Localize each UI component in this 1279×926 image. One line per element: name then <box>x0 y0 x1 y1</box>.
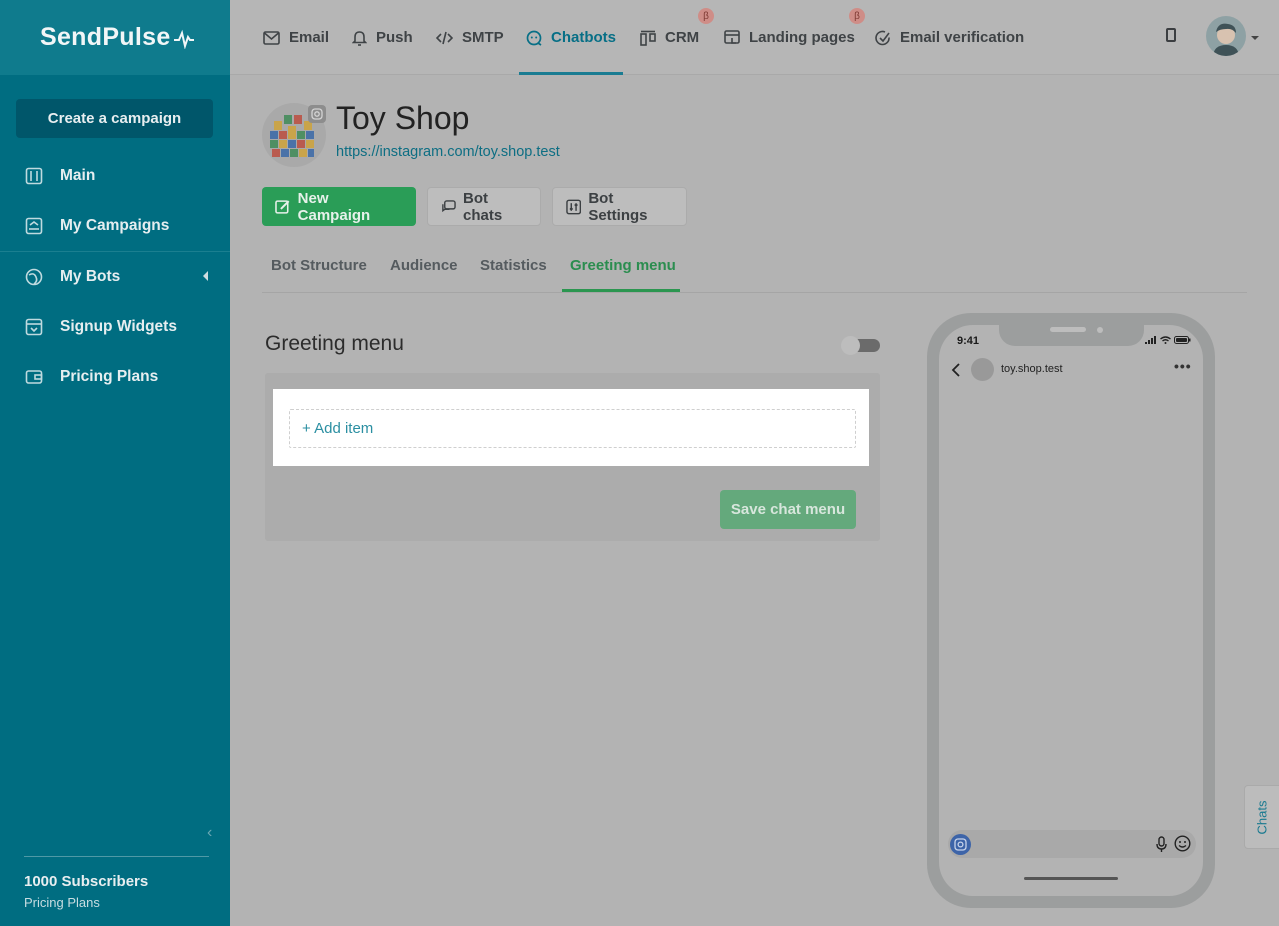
tab-label: SMTP <box>462 29 504 46</box>
tab-statistics[interactable]: Statistics <box>480 257 547 274</box>
pricing-plans-link[interactable]: Pricing Plans <box>24 895 209 910</box>
home-indicator <box>1024 877 1118 880</box>
new-campaign-button[interactable]: New Campaign <box>262 187 416 226</box>
sidebar-footer: 1000 Subscribers Pricing Plans <box>24 856 209 910</box>
button-label: Bot Settings <box>588 189 648 224</box>
mobile-preview-icon[interactable] <box>1166 28 1176 42</box>
phone-notch <box>999 325 1144 346</box>
signal-icon <box>1145 336 1156 344</box>
sidebar-item-my-campaigns[interactable]: My Campaigns <box>0 201 230 251</box>
logo-area: SendPulse <box>0 0 230 75</box>
wallet-icon <box>25 368 43 386</box>
code-icon <box>436 31 453 44</box>
bot-instagram-link[interactable]: https://instagram.com/toy.shop.test <box>336 144 560 160</box>
collapse-sidebar-icon[interactable]: ‹ <box>207 824 212 842</box>
beta-badge: β <box>698 8 714 24</box>
bell-icon <box>352 30 367 46</box>
sidebar-item-label: My Campaigns <box>60 217 170 234</box>
camera-dot <box>1097 327 1103 333</box>
message-input[interactable] <box>948 830 1196 858</box>
tab-bot-structure[interactable]: Bot Structure <box>271 257 367 274</box>
tab-greeting-menu[interactable]: Greeting menu <box>570 257 676 274</box>
campaigns-icon <box>25 217 43 235</box>
camera-icon[interactable] <box>950 834 971 855</box>
toggle-knob <box>841 336 860 355</box>
edit-icon <box>275 199 290 214</box>
avatar-menu-caret-icon[interactable] <box>1251 36 1259 40</box>
sidebar-item-my-bots[interactable]: My Bots <box>0 252 230 302</box>
active-subtab-indicator <box>562 289 680 292</box>
wifi-icon <box>1160 336 1171 344</box>
page-title: Toy Shop <box>336 100 470 136</box>
phone-status-icons <box>1145 336 1191 344</box>
tab-email-verification[interactable]: Email verification <box>875 0 1024 75</box>
phone-time: 9:41 <box>957 335 980 347</box>
phone-preview-screen: 9:41 toy.shop.test ••• <box>939 325 1203 896</box>
chat-bubbles-icon <box>442 199 456 212</box>
chatbot-icon <box>526 30 542 46</box>
speaker <box>1050 327 1086 332</box>
active-tab-indicator <box>519 72 623 75</box>
create-campaign-button[interactable]: Create a campaign <box>16 99 213 138</box>
tab-label: CRM <box>665 29 700 46</box>
chats-tab-label: Chats <box>1254 800 1270 834</box>
mail-icon <box>263 30 280 45</box>
sidebar-item-label: My Bots <box>60 268 121 285</box>
battery-icon <box>1174 336 1191 344</box>
tab-landing-pages[interactable]: Landing pages <box>724 0 855 75</box>
tab-label: Push <box>376 29 413 46</box>
sliders-icon <box>566 199 582 214</box>
sidebar-item-pricing-plans[interactable]: Pricing Plans <box>0 352 230 402</box>
tab-crm[interactable]: CRM <box>640 0 699 75</box>
pulse-icon <box>173 29 194 49</box>
tab-smtp[interactable]: SMTP <box>436 0 504 75</box>
button-label: New Campaign <box>297 189 371 224</box>
landing-icon <box>724 30 740 44</box>
back-arrow-icon[interactable] <box>951 362 961 383</box>
sidebar-item-label: Main <box>60 167 96 184</box>
tab-label: Landing pages <box>749 29 855 46</box>
sidebar: SendPulse Create a campaign Main My Camp… <box>0 0 230 926</box>
beta-badge: β <box>849 8 865 24</box>
chat-username: toy.shop.test <box>1001 363 1063 375</box>
tab-email[interactable]: Email <box>263 0 329 75</box>
chat-avatar <box>971 358 994 381</box>
greeting-menu-toggle[interactable] <box>841 336 880 355</box>
user-avatar-icon <box>1213 23 1239 56</box>
bot-settings-button[interactable]: Bot Settings <box>552 187 687 226</box>
add-item-button[interactable]: + Add item <box>289 409 856 448</box>
widget-icon <box>25 318 43 336</box>
avatar[interactable] <box>1206 16 1246 56</box>
tab-chatbots[interactable]: Chatbots <box>526 0 616 75</box>
tab-label: Chatbots <box>551 29 616 46</box>
greeting-menu-title: Greeting menu <box>265 332 404 355</box>
tab-label: Email <box>289 29 330 46</box>
dashboard-icon <box>25 167 43 185</box>
logo-text: SendPulse <box>40 23 171 51</box>
tab-audience[interactable]: Audience <box>390 257 458 274</box>
crm-icon <box>640 30 656 46</box>
chats-side-tab[interactable]: Chats <box>1244 785 1279 849</box>
logo[interactable]: SendPulse <box>40 23 195 52</box>
caret-left-icon[interactable] <box>203 271 208 281</box>
save-chat-menu-button[interactable]: Save chat menu <box>720 490 856 529</box>
subscribers-count: 1000 Subscribers <box>24 873 149 890</box>
tab-push[interactable]: Push <box>352 0 413 75</box>
topbar: Email Push SMTP Chatbots CRM β Landing p… <box>230 0 1279 75</box>
sidebar-item-label: Signup Widgets <box>60 318 177 335</box>
tab-label: Email verification <box>900 29 1025 46</box>
emoji-icon[interactable] <box>1174 835 1191 857</box>
bot-subtabs: Bot Structure Audience Statistics Greeti… <box>262 244 1247 293</box>
button-label: Bot chats <box>462 189 503 224</box>
bot-chats-button[interactable]: Bot chats <box>427 187 541 226</box>
more-options-icon[interactable]: ••• <box>1174 358 1192 374</box>
bots-icon <box>25 268 43 286</box>
sidebar-item-label: Pricing Plans <box>60 368 159 385</box>
instagram-icon <box>308 105 326 123</box>
sidebar-item-signup-widgets[interactable]: Signup Widgets <box>0 302 230 352</box>
microphone-icon[interactable] <box>1156 836 1167 858</box>
sidebar-item-main[interactable]: Main <box>0 151 230 201</box>
check-circle-icon <box>875 30 890 45</box>
sidebar-nav: Main My Campaigns My Bots Signup Widgets… <box>0 151 230 402</box>
